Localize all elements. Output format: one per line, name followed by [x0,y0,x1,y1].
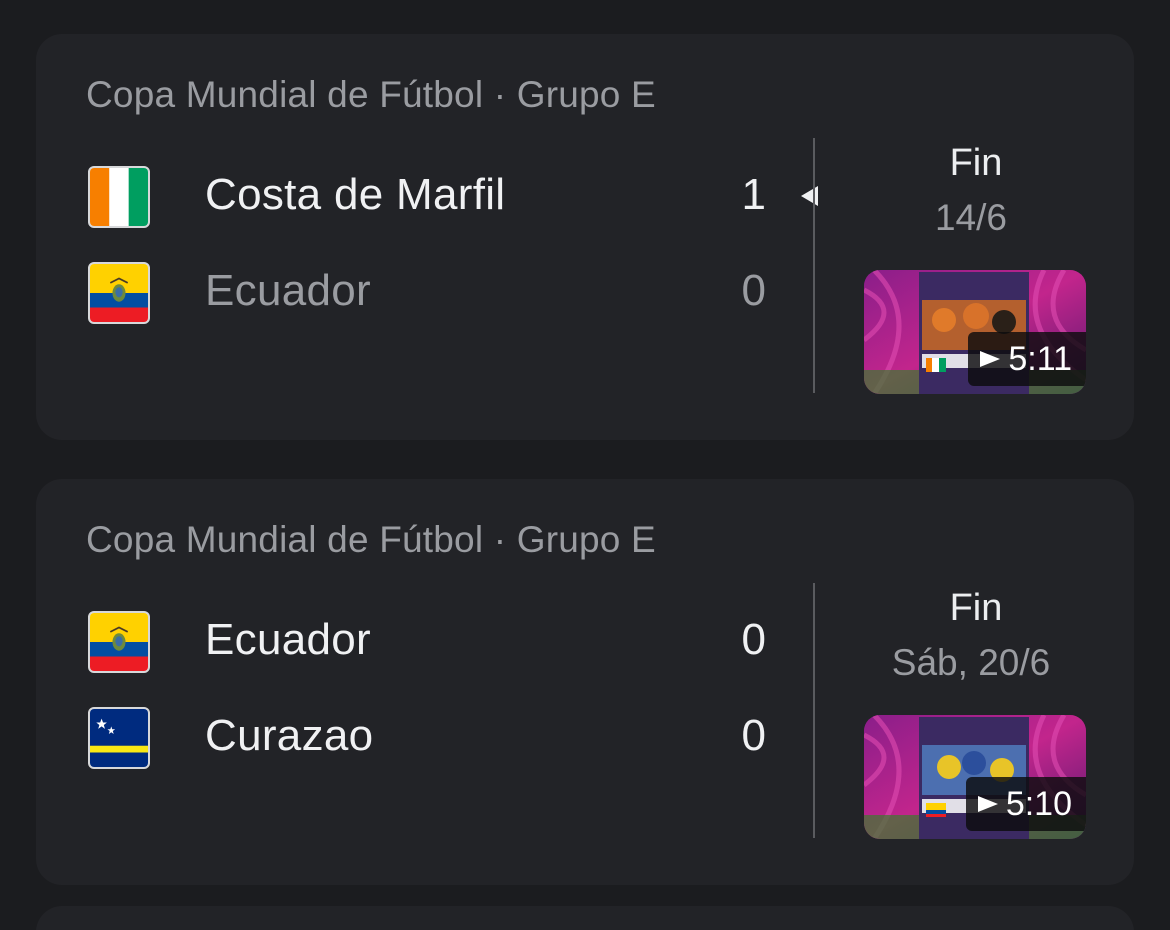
divider [813,138,815,393]
team-score: 0 [741,615,766,664]
play-icon [977,796,998,812]
team-score: 1 [741,170,766,219]
ecuador-flag-icon [88,262,150,324]
highlights-video-thumbnail[interactable]: 5:10 [864,715,1086,839]
highlights-video-thumbnail[interactable]: 5:11 [864,270,1086,394]
play-icon [980,351,1001,367]
match-card-partial[interactable] [36,906,1134,930]
team-row-home: Ecuador 0 [86,609,766,679]
match-card[interactable]: Copa Mundial de Fútbol · Grupo E Costa d… [36,34,1134,440]
video-duration-badge: 5:11 [968,332,1086,386]
team-name: Costa de Marfil [205,170,506,219]
match-date: Sáb, 20/6 [891,642,1051,683]
match-date: 14/6 [934,197,1007,238]
team-name: Curazao [205,711,374,760]
team-score: 0 [741,711,766,760]
match-status: Fin [949,587,1003,629]
video-duration-badge: 5:10 [965,777,1086,831]
match-status: Fin [949,142,1003,184]
results-page: Copa Mundial de Fútbol · Grupo E Costa d… [0,0,1170,930]
divider [813,583,815,838]
team-row-away: Ecuador 0 [86,260,766,330]
match-card[interactable]: Copa Mundial de Fútbol · Grupo E Ecuador… [36,479,1134,885]
ecuador-flag-icon [88,611,150,673]
winner-arrow-icon [801,186,818,206]
team-name: Ecuador [205,615,371,664]
league-label: Copa Mundial de Fútbol · Grupo E [86,74,656,115]
team-row-away: Curazao 0 [86,705,766,775]
team-name: Ecuador [205,266,371,315]
team-score: 0 [741,266,766,315]
video-duration: 5:10 [1005,784,1072,823]
team-row-home: Costa de Marfil 1 [86,164,818,234]
ivory-coast-flag-icon [88,166,150,228]
video-duration: 5:11 [1008,339,1072,378]
curacao-flag-icon [88,707,150,769]
league-label: Copa Mundial de Fútbol · Grupo E [86,519,656,560]
